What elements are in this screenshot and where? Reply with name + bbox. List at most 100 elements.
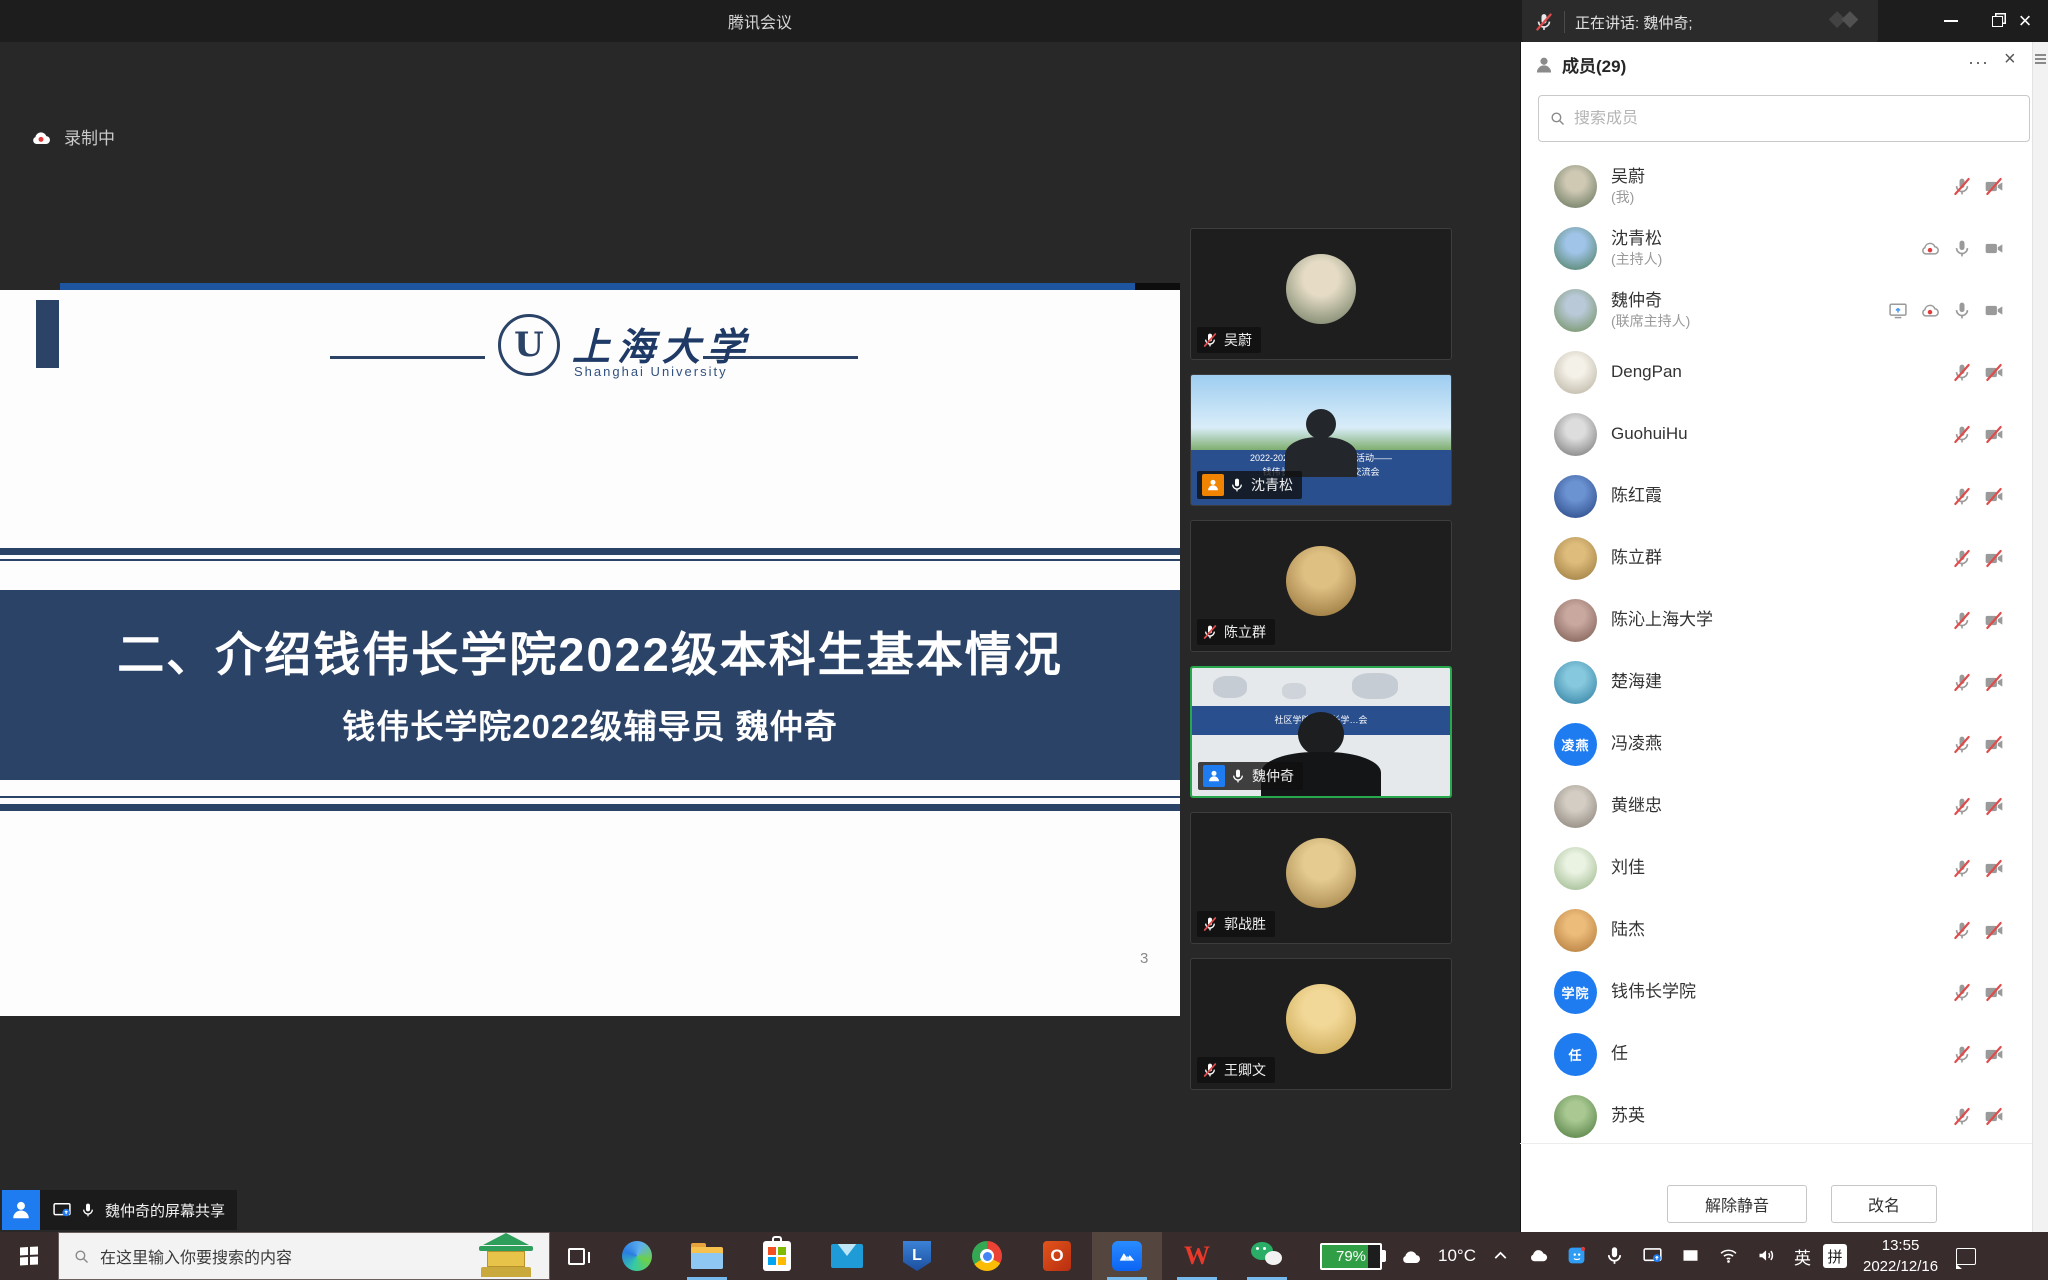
tray-tim-icon[interactable] xyxy=(1566,1245,1588,1267)
start-button[interactable] xyxy=(0,1232,58,1280)
cam-muted-icon[interactable] xyxy=(1984,1044,2004,1064)
taskbar-app-wechat-icon[interactable] xyxy=(1232,1232,1302,1280)
tray-cloud-icon[interactable] xyxy=(1528,1245,1550,1267)
tray-volume-icon[interactable] xyxy=(1756,1245,1778,1267)
task-view-button[interactable] xyxy=(550,1232,602,1280)
mic-muted-icon[interactable] xyxy=(1952,1106,1972,1126)
cam-muted-icon[interactable] xyxy=(1984,982,2004,1002)
mic-muted-icon[interactable] xyxy=(1952,982,1972,1002)
cloud-rec-icon[interactable] xyxy=(1920,300,1940,320)
cam-muted-icon[interactable] xyxy=(1984,1106,2004,1126)
mic-on-icon[interactable] xyxy=(1952,238,1972,258)
mic-muted-icon[interactable] xyxy=(1952,858,1972,878)
tray-wifi-icon[interactable] xyxy=(1718,1245,1740,1267)
cam-muted-icon[interactable] xyxy=(1984,424,2004,444)
cam-on-icon[interactable] xyxy=(1984,238,2004,258)
taskbar-app-wps-icon[interactable]: W xyxy=(1162,1232,1232,1280)
panel-scrollbar[interactable] xyxy=(2032,42,2048,1232)
language-indicator[interactable]: 英 xyxy=(1794,1244,1811,1269)
search-highlight-image[interactable] xyxy=(473,1233,539,1279)
video-tile[interactable]: 郭战胜 xyxy=(1190,812,1452,944)
member-row[interactable]: 陆杰 xyxy=(1520,899,2032,961)
taskbar-app-lenovo-icon[interactable]: L xyxy=(882,1232,952,1280)
members-panel-header: 成员(29) xyxy=(1534,52,1626,77)
taskbar-app-mail-icon[interactable] xyxy=(812,1232,882,1280)
cam-muted-icon[interactable] xyxy=(1984,548,2004,568)
cam-muted-icon[interactable] xyxy=(1984,176,2004,196)
clock[interactable]: 13:55 2022/12/16 xyxy=(1863,1235,1938,1277)
screen-share-icon[interactable] xyxy=(1888,300,1908,320)
cam-muted-icon[interactable] xyxy=(1984,734,2004,754)
mic-muted-icon[interactable] xyxy=(1952,734,1972,754)
close-button[interactable]: × xyxy=(2002,0,2048,42)
tray-rect-icon[interactable] xyxy=(1680,1245,1702,1267)
video-tile[interactable]: 2022-2023学年全程…系列活动——钱伟长学院本科…工作交流会 沈青松 xyxy=(1190,374,1452,506)
mic-muted-icon[interactable] xyxy=(1952,486,1972,506)
member-row[interactable]: 楚海建 xyxy=(1520,651,2032,713)
mic-muted-icon[interactable] xyxy=(1952,610,1972,630)
member-search-input[interactable] xyxy=(1574,110,2019,128)
member-row[interactable]: 陈立群 xyxy=(1520,527,2032,589)
video-tile[interactable]: 吴蔚 xyxy=(1190,228,1452,360)
member-row[interactable]: 学院钱伟长学院 xyxy=(1520,961,2032,1023)
panel-more-button[interactable]: ··· xyxy=(1968,52,1989,73)
member-row[interactable]: 苏英 xyxy=(1520,1085,2032,1147)
cam-muted-icon[interactable] xyxy=(1984,858,2004,878)
taskbar-app-office-icon[interactable]: O xyxy=(1022,1232,1092,1280)
taskbar-app-tencent-meeting-icon[interactable] xyxy=(1092,1232,1162,1280)
member-row[interactable]: 吴蔚(我) xyxy=(1520,155,2032,217)
clock-time: 13:55 xyxy=(1863,1235,1938,1256)
member-row[interactable]: 陈沁上海大学 xyxy=(1520,589,2032,651)
member-row[interactable]: DengPan xyxy=(1520,341,2032,403)
mic-muted-icon[interactable] xyxy=(1952,362,1972,382)
cam-muted-icon[interactable] xyxy=(1984,672,2004,692)
cloud-rec-icon[interactable] xyxy=(1920,238,1940,258)
mic-muted-icon[interactable] xyxy=(1952,548,1972,568)
minimize-button[interactable] xyxy=(1928,0,1974,42)
member-row[interactable]: GuohuiHu xyxy=(1520,403,2032,465)
rename-button[interactable]: 改名 xyxy=(1831,1185,1937,1223)
tray-mic-on-icon[interactable] xyxy=(1604,1245,1626,1267)
mic-muted-icon[interactable] xyxy=(1952,796,1972,816)
video-tile[interactable]: 王卿文 xyxy=(1190,958,1452,1090)
member-row[interactable]: 黄继忠 xyxy=(1520,775,2032,837)
cam-muted-icon[interactable] xyxy=(1984,610,2004,630)
member-row[interactable]: 凌燕冯凌燕 xyxy=(1520,713,2032,775)
tray-cast-icon[interactable] xyxy=(1642,1245,1664,1267)
cam-on-icon[interactable] xyxy=(1984,300,2004,320)
member-row[interactable]: 沈青松(主持人) xyxy=(1520,217,2032,279)
member-row[interactable]: 刘佳 xyxy=(1520,837,2032,899)
cam-muted-icon[interactable] xyxy=(1984,362,2004,382)
mic-muted-icon[interactable] xyxy=(1952,424,1972,444)
screen-share-banner[interactable]: 魏仲奇的屏幕共享 xyxy=(2,1190,237,1230)
member-row[interactable]: 魏仲奇(联席主持人) xyxy=(1520,279,2032,341)
battery-indicator[interactable]: 79% xyxy=(1320,1243,1386,1270)
video-tile[interactable]: 社区学院-钱伟长学…会 魏仲奇 xyxy=(1190,666,1452,798)
panel-close-button[interactable]: × xyxy=(2004,48,2016,71)
mic-muted-icon[interactable] xyxy=(1952,176,1972,196)
taskbar-app-file-explorer-icon[interactable] xyxy=(672,1232,742,1280)
taskbar-app-edge-icon[interactable] xyxy=(602,1232,672,1280)
mic-muted-icon[interactable] xyxy=(1952,1044,1972,1064)
member-search-box[interactable] xyxy=(1538,95,2030,142)
taskbar: 在这里输入你要搜索的内容 L O W 79% 10°C 英 拼 13:55 2022… xyxy=(0,1232,2048,1280)
taskbar-app-store-icon[interactable] xyxy=(742,1232,812,1280)
tray-chevron-up-icon[interactable] xyxy=(1490,1245,1512,1267)
mic-muted-icon[interactable] xyxy=(1952,920,1972,940)
unmute-button[interactable]: 解除静音 xyxy=(1667,1185,1807,1223)
panel-menu-icon[interactable] xyxy=(2035,54,2046,66)
cam-muted-icon[interactable] xyxy=(1984,796,2004,816)
cam-muted-icon[interactable] xyxy=(1984,920,2004,940)
mic-on-icon[interactable] xyxy=(1952,300,1972,320)
cam-muted-icon[interactable] xyxy=(1984,486,2004,506)
member-row[interactable]: 陈红霞 xyxy=(1520,465,2032,527)
taskbar-app-chrome-icon[interactable] xyxy=(952,1232,1022,1280)
mic-muted-icon[interactable] xyxy=(1952,672,1972,692)
taskbar-search[interactable]: 在这里输入你要搜索的内容 xyxy=(58,1232,550,1280)
video-tile[interactable]: 陈立群 xyxy=(1190,520,1452,652)
member-row[interactable]: 任任 xyxy=(1520,1023,2032,1085)
tile-name-chip: 吴蔚 xyxy=(1197,327,1261,353)
notification-center-icon[interactable] xyxy=(1956,1248,1976,1265)
weather-widget[interactable]: 10°C xyxy=(1400,1245,1476,1267)
ime-indicator[interactable]: 拼 xyxy=(1823,1244,1847,1268)
